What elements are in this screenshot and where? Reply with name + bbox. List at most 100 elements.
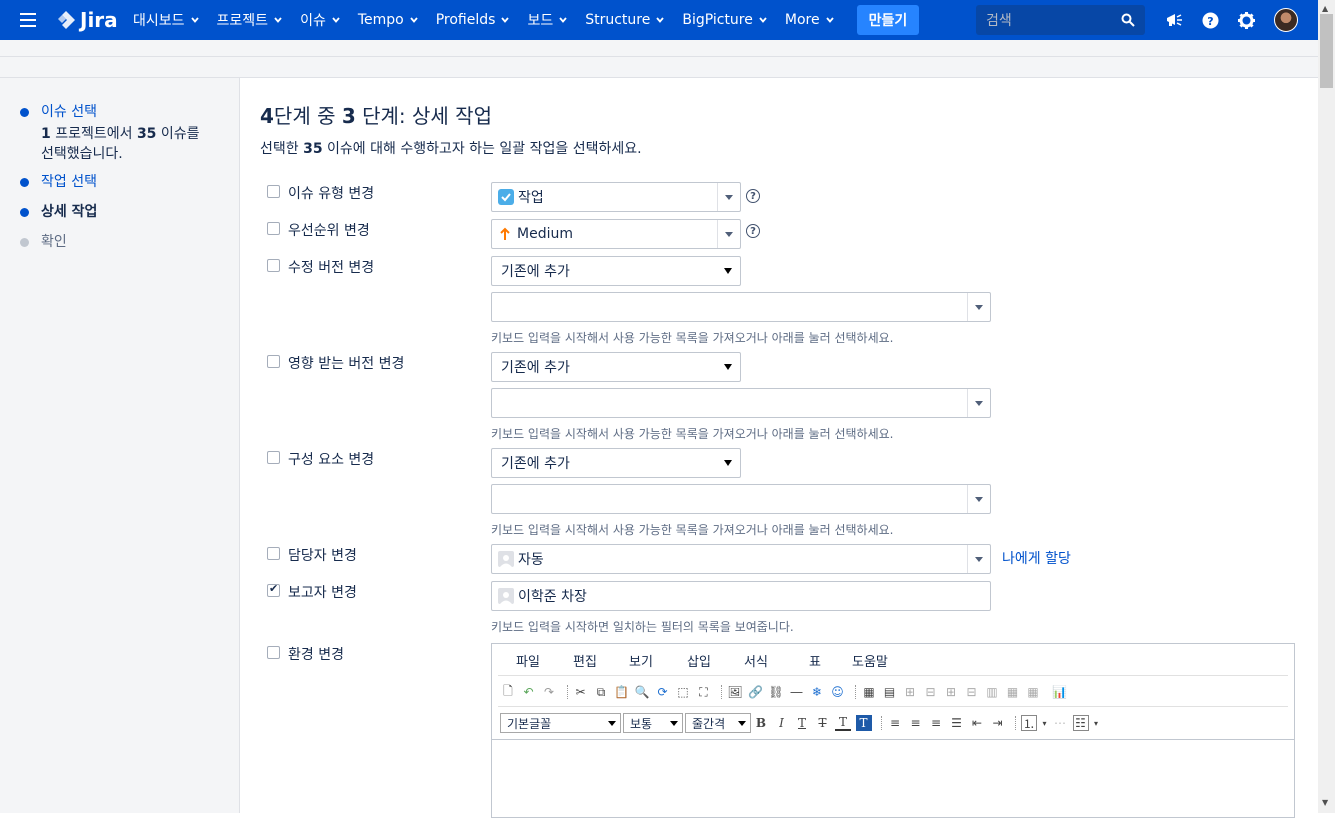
delete-column-icon[interactable]: ⊟ bbox=[964, 684, 980, 700]
image-icon[interactable]: 🖼 bbox=[727, 684, 743, 700]
replace-icon[interactable]: ⟳ bbox=[655, 684, 671, 700]
find-icon[interactable]: 🔍 bbox=[634, 684, 650, 700]
dropdown-arrow-icon[interactable] bbox=[967, 485, 990, 513]
nav-item-7[interactable]: BigPicture bbox=[673, 0, 776, 40]
underline-icon[interactable]: T bbox=[794, 715, 810, 731]
new-document-icon[interactable]: 🗋 bbox=[500, 684, 516, 700]
dropdown-arrow-icon[interactable] bbox=[717, 183, 740, 211]
editor-menu-format[interactable]: 서식 bbox=[744, 651, 768, 670]
fix-version-mode-select[interactable]: 기존에 추가 bbox=[491, 256, 741, 286]
bullet-list-dropdown-icon[interactable]: ▾ bbox=[1093, 715, 1099, 731]
component-input[interactable] bbox=[491, 484, 991, 514]
table-properties-icon[interactable]: ▤ bbox=[882, 684, 898, 700]
editor-menu-help[interactable]: 도움말 bbox=[852, 651, 888, 670]
editor-menu-edit[interactable]: 편집 bbox=[573, 651, 597, 670]
chart-icon[interactable]: 📊 bbox=[1052, 684, 1068, 700]
indent-icon[interactable]: ⇥ bbox=[990, 715, 1006, 731]
redo-icon[interactable]: ↷ bbox=[541, 684, 557, 700]
dropdown-arrow-icon[interactable] bbox=[967, 545, 990, 573]
italic-icon[interactable]: I bbox=[774, 715, 790, 731]
link-icon[interactable]: 🔗 bbox=[748, 684, 764, 700]
priority-select[interactable]: Medium bbox=[491, 219, 741, 249]
change-component-checkbox[interactable] bbox=[267, 451, 280, 464]
insert-row-icon[interactable]: ⊞ bbox=[902, 684, 918, 700]
change-priority-checkbox[interactable] bbox=[267, 222, 280, 235]
dropdown-arrow-icon[interactable] bbox=[717, 220, 740, 248]
editor-menu-insert[interactable]: 삽입 bbox=[687, 651, 711, 670]
bullet-list-icon[interactable]: ☷ bbox=[1072, 715, 1089, 731]
search-input[interactable]: 검색 bbox=[976, 5, 1145, 35]
split-cells-icon[interactable]: ▥ bbox=[984, 684, 1000, 700]
create-button[interactable]: 만들기 bbox=[857, 5, 919, 35]
settings-gear-icon[interactable] bbox=[1237, 11, 1255, 29]
change-affects-version-checkbox[interactable] bbox=[267, 355, 280, 368]
scroll-up-arrow-icon[interactable]: ▲ bbox=[1322, 4, 1328, 13]
nav-item-1[interactable]: 프로젝트 bbox=[208, 0, 292, 40]
step-label[interactable]: 작업 선택 bbox=[41, 172, 97, 192]
help-icon[interactable]: ? bbox=[1201, 11, 1219, 29]
insert-column-icon[interactable]: ⊞ bbox=[943, 684, 959, 700]
notifications-megaphone-icon[interactable] bbox=[1165, 11, 1183, 29]
page-scrollbar[interactable] bbox=[1318, 0, 1335, 813]
nav-item-6[interactable]: Structure bbox=[576, 0, 673, 40]
help-icon[interactable]: ? bbox=[746, 224, 760, 238]
reporter-input[interactable]: 이학준 차장 bbox=[491, 581, 991, 611]
unlink-icon[interactable]: ⛓ bbox=[768, 684, 784, 700]
nav-item-3[interactable]: Tempo bbox=[349, 0, 427, 40]
issue-type-select[interactable]: 작업 bbox=[491, 182, 741, 212]
font-family-select[interactable]: 기본글꼴 bbox=[500, 713, 621, 733]
background-color-icon[interactable]: T bbox=[855, 715, 872, 731]
line-height-select[interactable]: 줄간격 bbox=[685, 713, 751, 733]
bold-icon[interactable]: B bbox=[753, 715, 769, 731]
help-icon[interactable]: ? bbox=[746, 189, 760, 203]
assign-to-me-link[interactable]: 나에게 할당 bbox=[1002, 548, 1071, 568]
change-reporter-checkbox[interactable] bbox=[267, 582, 280, 597]
align-left-icon[interactable]: ≡ bbox=[887, 715, 903, 731]
align-justify-icon[interactable]: ☰ bbox=[949, 715, 965, 731]
affects-version-input[interactable] bbox=[491, 388, 991, 418]
table-menu-icon[interactable]: ▦ bbox=[1025, 684, 1041, 700]
select-all-icon[interactable]: ⬚ bbox=[675, 684, 691, 700]
font-size-select[interactable]: 보통 bbox=[623, 713, 683, 733]
nav-item-2[interactable]: 이슈 bbox=[291, 0, 349, 40]
step-label[interactable]: 이슈 선택 bbox=[41, 102, 97, 122]
step-choose-operation[interactable]: 작업 선택 bbox=[20, 172, 97, 192]
editor-menu-file[interactable]: 파일 bbox=[516, 651, 540, 670]
text-color-icon[interactable]: T bbox=[835, 715, 851, 731]
change-fix-version-checkbox[interactable] bbox=[267, 259, 280, 272]
paste-icon[interactable]: 📋 bbox=[614, 684, 630, 700]
merge-cells-icon[interactable]: ▦ bbox=[1005, 684, 1021, 700]
app-switcher-menu-icon[interactable] bbox=[20, 13, 36, 27]
strikethrough-icon[interactable]: T bbox=[815, 715, 831, 731]
dropdown-arrow-icon[interactable] bbox=[967, 389, 990, 417]
change-environment-checkbox[interactable] bbox=[267, 646, 280, 659]
blockquote-icon[interactable]: ⋯ bbox=[1052, 715, 1068, 731]
undo-icon[interactable]: ↶ bbox=[521, 684, 537, 700]
editor-menu-view[interactable]: 보기 bbox=[629, 651, 653, 670]
outdent-icon[interactable]: ⇤ bbox=[969, 715, 985, 731]
nav-item-8[interactable]: More bbox=[776, 0, 843, 40]
editor-content-area[interactable] bbox=[492, 739, 1294, 819]
dropdown-arrow-icon[interactable] bbox=[967, 293, 990, 321]
emoticon-icon[interactable]: ☺ bbox=[830, 684, 846, 700]
assignee-select[interactable]: 자동 bbox=[491, 544, 991, 574]
user-avatar[interactable] bbox=[1274, 8, 1298, 32]
change-assignee-checkbox[interactable] bbox=[267, 547, 280, 560]
step-select-issues[interactable]: 이슈 선택 bbox=[20, 102, 97, 122]
insert-table-icon[interactable]: ▦ bbox=[861, 684, 877, 700]
scroll-down-arrow-icon[interactable]: ▼ bbox=[1322, 798, 1328, 807]
nav-item-5[interactable]: 보드 bbox=[518, 0, 576, 40]
jira-logo[interactable]: Jira bbox=[56, 8, 118, 32]
copy-icon[interactable]: ⧉ bbox=[593, 684, 609, 700]
numbered-list-dropdown-icon[interactable]: ▾ bbox=[1042, 715, 1048, 731]
horizontal-rule-icon[interactable]: ― bbox=[789, 684, 805, 700]
nav-item-0[interactable]: 대시보드 bbox=[124, 0, 208, 40]
editor-menu-table[interactable]: 표 bbox=[809, 651, 821, 670]
fullscreen-icon[interactable]: ⛶ bbox=[696, 684, 712, 700]
fix-version-input[interactable] bbox=[491, 292, 991, 322]
affects-version-mode-select[interactable]: 기존에 추가 bbox=[491, 352, 741, 382]
numbered-list-icon[interactable]: ⒈ bbox=[1021, 715, 1037, 731]
align-center-icon[interactable]: ≡ bbox=[908, 715, 924, 731]
delete-row-icon[interactable]: ⊟ bbox=[923, 684, 939, 700]
cut-icon[interactable]: ✂ bbox=[573, 684, 589, 700]
